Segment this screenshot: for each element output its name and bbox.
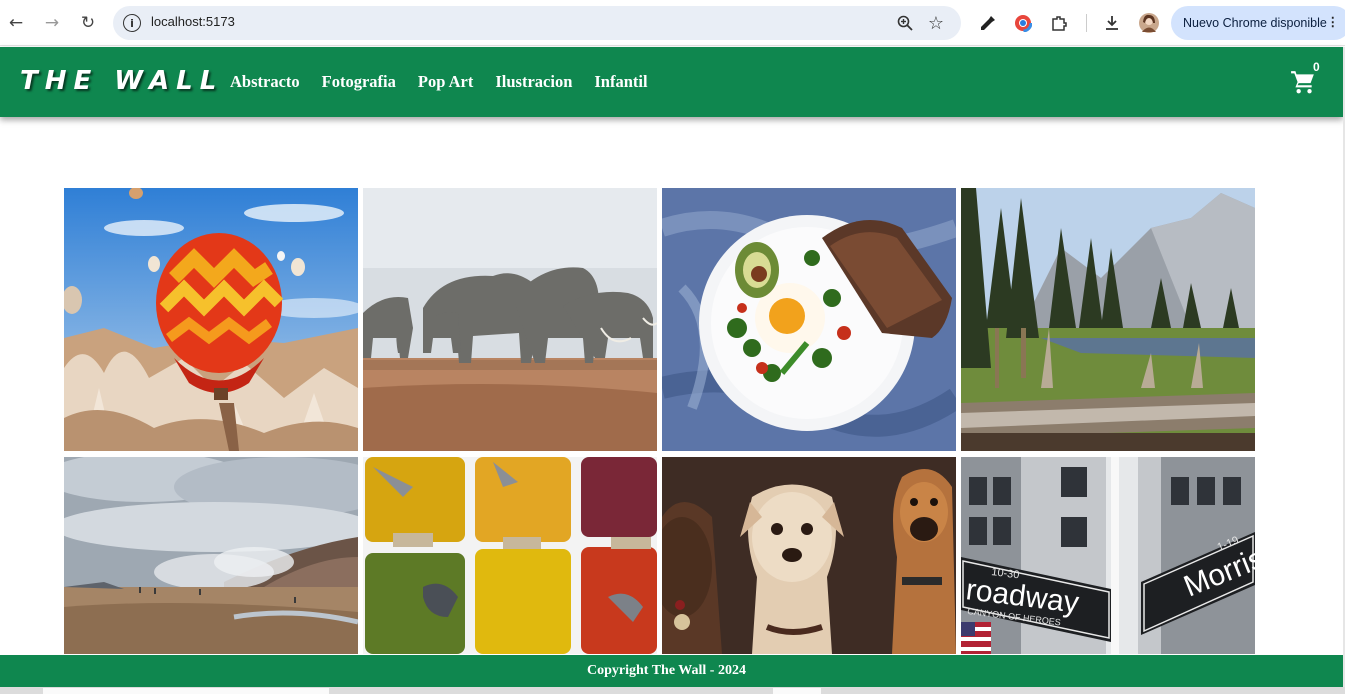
gallery-image-food-plate[interactable] <box>662 188 956 451</box>
image-gallery: roadway CANYON OF HEROES 10-30 Morris 1-… <box>64 188 1255 654</box>
main-menu: Abstracto Fotografia Pop Art Ilustracion… <box>230 72 648 92</box>
menu-item-infantil[interactable]: Infantil <box>594 72 647 92</box>
site-footer: Copyright The Wall - 2024 <box>0 655 1343 687</box>
gallery-image-volcanic-field[interactable] <box>64 457 358 654</box>
menu-item-fotografia[interactable]: Fotografia <box>322 72 396 92</box>
gallery-image-elephants[interactable] <box>363 188 657 451</box>
download-icon[interactable] <box>1101 12 1123 34</box>
menu-item-ilustracion[interactable]: Ilustracion <box>495 72 572 92</box>
site-logo[interactable]: THE WALL <box>20 66 223 96</box>
gallery-image-balloon[interactable] <box>64 188 358 451</box>
toolbar-divider <box>1086 14 1087 32</box>
address-bar[interactable]: i localhost:5173 ☆ <box>113 6 961 40</box>
url-text: localhost:5173 <box>151 14 235 29</box>
site-header: THE WALL Abstracto Fotografia Pop Art Il… <box>0 47 1343 117</box>
copyright-text: Copyright The Wall - 2024 <box>587 663 746 678</box>
back-arrow-icon[interactable]: ← <box>4 11 28 35</box>
update-label: Nuevo Chrome disponible <box>1183 16 1327 30</box>
menu-item-pop-art[interactable]: Pop Art <box>418 72 473 92</box>
browser-toolbar: ← → ↻ i localhost:5173 ☆ Nuevo Chrome di… <box>0 0 1345 46</box>
site-info-icon[interactable]: i <box>123 14 141 32</box>
scrollbar-thumb[interactable] <box>43 688 329 694</box>
gallery-image-street-signs[interactable]: roadway CANYON OF HEROES 10-30 Morris 1-… <box>961 457 1255 654</box>
forward-arrow-icon[interactable]: → <box>40 11 64 35</box>
chrome-update-button[interactable]: Nuevo Chrome disponible ⋮ <box>1171 6 1345 40</box>
menu-item-abstracto[interactable]: Abstracto <box>230 72 300 92</box>
profile-avatar[interactable] <box>1138 12 1160 34</box>
cart-count-badge: 0 <box>1313 60 1320 74</box>
eyedropper-icon[interactable] <box>977 12 999 34</box>
gallery-image-spices[interactable] <box>363 457 657 654</box>
extensions-puzzle-icon[interactable] <box>1048 12 1070 34</box>
bookmark-star-icon[interactable]: ☆ <box>926 13 946 34</box>
scrollbar-thumb-secondary[interactable] <box>773 688 821 694</box>
reload-icon[interactable]: ↻ <box>76 11 100 35</box>
gallery-image-dogs[interactable] <box>662 457 956 654</box>
menu-dots-icon[interactable]: ⋮ <box>1327 14 1340 29</box>
color-extension-icon[interactable] <box>1012 12 1034 34</box>
zoom-icon[interactable] <box>895 13 915 33</box>
gallery-image-forest-meadow[interactable] <box>961 188 1255 451</box>
